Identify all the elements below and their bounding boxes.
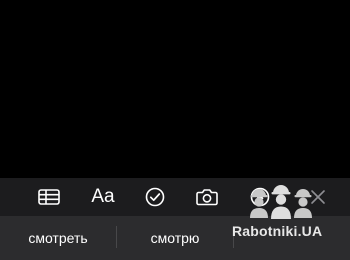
text-format-button[interactable]: Aa [86, 178, 120, 216]
formatting-toolbar: Aa [0, 178, 350, 216]
suggestion-item[interactable]: смотреть [0, 216, 116, 260]
text-format-label: Aa [91, 186, 115, 207]
predictive-text-bar: смотреть смотрю [0, 216, 350, 260]
note-body[interactable] [0, 0, 350, 178]
markup-button[interactable] [243, 178, 277, 216]
table-button[interactable] [32, 178, 66, 216]
checklist-icon [145, 187, 165, 207]
camera-icon [196, 189, 218, 206]
markup-pen-icon [250, 187, 270, 207]
suggestion-item[interactable]: смотрю [117, 216, 233, 260]
checklist-button[interactable] [138, 178, 172, 216]
suggestion-item[interactable] [234, 216, 350, 260]
table-icon [38, 189, 60, 205]
notes-screen: Aa смотреть смотрю Rabotniki.UA [0, 0, 350, 260]
camera-button[interactable] [190, 178, 224, 216]
close-toolbar-button[interactable] [301, 178, 335, 216]
close-icon [311, 190, 325, 204]
